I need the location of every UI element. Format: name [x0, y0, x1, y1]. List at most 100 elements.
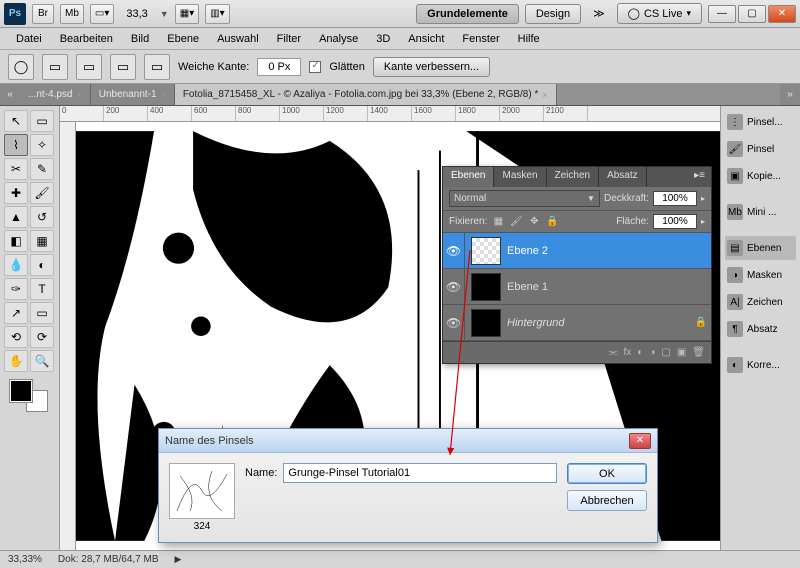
adjustment-icon[interactable]: ◑	[649, 347, 655, 358]
menu-datei[interactable]: Datei	[8, 31, 50, 47]
doc-tab-0[interactable]: ...nt-4.psd×	[20, 84, 91, 105]
layer-name[interactable]: Ebene 1	[507, 281, 711, 293]
lock-transparent-icon[interactable]: ▦	[491, 215, 505, 229]
screenmode-button[interactable]: ▭▾	[90, 4, 114, 24]
opacity-input[interactable]	[653, 191, 697, 206]
panel-menu-icon[interactable]: ▸≡	[688, 167, 711, 187]
layer-name[interactable]: Hintergrund	[507, 317, 691, 329]
layer-thumbnail[interactable]	[471, 237, 501, 265]
layer-name[interactable]: Ebene 2	[507, 245, 711, 257]
menu-bild[interactable]: Bild	[123, 31, 157, 47]
hand-tool[interactable]: ✋	[4, 350, 28, 372]
layers-tab-masken[interactable]: Masken	[494, 167, 546, 187]
new-layer-icon[interactable]: ▣	[677, 347, 686, 358]
fill-input[interactable]	[653, 214, 697, 229]
visibility-icon[interactable]: 👁	[443, 305, 465, 340]
panel-pinsel[interactable]: 🖌Pinsel	[725, 137, 796, 161]
menu-analyse[interactable]: Analyse	[311, 31, 366, 47]
minibridge-button[interactable]: Mb	[60, 4, 84, 24]
blur-tool[interactable]: 💧	[4, 254, 28, 276]
fx-icon[interactable]: fx	[624, 347, 632, 358]
tool-preset-button[interactable]: ◯	[8, 54, 34, 80]
history-brush-tool[interactable]: ↺	[30, 206, 54, 228]
layer-row[interactable]: 👁 Hintergrund 🔒	[443, 305, 711, 341]
menu-hilfe[interactable]: Hilfe	[510, 31, 548, 47]
panel-korrekturen[interactable]: ◐Korre...	[725, 353, 796, 377]
selection-intersect-button[interactable]: ▭	[144, 54, 170, 80]
close-icon[interactable]: ×	[76, 90, 81, 100]
crop-tool[interactable]: ✂	[4, 158, 28, 180]
selection-new-button[interactable]: ▭	[42, 54, 68, 80]
panel-ebenen[interactable]: ▤Ebenen	[725, 236, 796, 260]
shape-tool[interactable]: ▭	[30, 302, 54, 324]
dialog-titlebar[interactable]: Name des Pinsels ✕	[159, 429, 657, 453]
color-swatch[interactable]	[10, 380, 48, 412]
layers-tab-ebenen[interactable]: Ebenen	[443, 167, 494, 187]
feather-input[interactable]	[257, 58, 301, 76]
cslive-button[interactable]: ◯CS Live▾	[617, 3, 702, 24]
refine-edge-button[interactable]: Kante verbessern...	[373, 57, 490, 77]
cancel-button[interactable]: Abbrechen	[567, 490, 647, 511]
stamp-tool[interactable]: ▲	[4, 206, 28, 228]
tab-nav-left[interactable]: «	[0, 84, 20, 105]
menu-ebene[interactable]: Ebene	[159, 31, 207, 47]
ok-button[interactable]: OK	[567, 463, 647, 484]
path-tool[interactable]: ↗	[4, 302, 28, 324]
panel-pinsel-preset[interactable]: ⋮Pinsel...	[725, 110, 796, 134]
status-zoom[interactable]: 33,33%	[8, 554, 42, 565]
tab-nav-right[interactable]: »	[780, 84, 800, 105]
close-button[interactable]: ✕	[768, 5, 796, 23]
menu-3d[interactable]: 3D	[368, 31, 398, 47]
blend-mode-select[interactable]: Normal▼	[449, 190, 600, 207]
status-doc[interactable]: Dok: 28,7 MB/64,7 MB	[58, 554, 159, 565]
dialog-close-button[interactable]: ✕	[629, 433, 651, 449]
panel-zeichen[interactable]: A|Zeichen	[725, 290, 796, 314]
visibility-icon[interactable]: 👁	[443, 233, 465, 268]
layers-tab-absatz[interactable]: Absatz	[599, 167, 647, 187]
more-workspaces-icon[interactable]: ≫	[587, 7, 611, 20]
panel-masken[interactable]: ◑Masken	[725, 263, 796, 287]
workspace-tab-grundelemente[interactable]: Grundelemente	[416, 4, 519, 24]
workspace-tab-design[interactable]: Design	[525, 4, 581, 24]
close-icon[interactable]: ×	[542, 90, 547, 100]
type-tool[interactable]: T	[30, 278, 54, 300]
eraser-tool[interactable]: ◧	[4, 230, 28, 252]
maximize-button[interactable]: ▢	[738, 5, 766, 23]
dodge-tool[interactable]: ◐	[30, 254, 54, 276]
heal-tool[interactable]: ✚	[4, 182, 28, 204]
menu-ansicht[interactable]: Ansicht	[400, 31, 452, 47]
mask-icon[interactable]: ◐	[637, 347, 643, 358]
minimize-button[interactable]: —	[708, 5, 736, 23]
menu-auswahl[interactable]: Auswahl	[209, 31, 267, 47]
status-arrow-icon[interactable]: ▶	[175, 554, 182, 565]
bridge-button[interactable]: Br	[32, 4, 54, 24]
layer-thumbnail[interactable]	[471, 309, 501, 337]
lock-all-icon[interactable]: 🔒	[545, 215, 559, 229]
doc-tab-2[interactable]: Fotolia_8715458_XL - © Azaliya - Fotolia…	[175, 84, 557, 105]
gradient-tool[interactable]: ▦	[30, 230, 54, 252]
fill-arrow-icon[interactable]: ▸	[701, 217, 705, 226]
3d-tool[interactable]: ⟲	[4, 326, 28, 348]
layers-tab-zeichen[interactable]: Zeichen	[547, 167, 600, 187]
antialias-checkbox[interactable]	[309, 61, 321, 73]
wand-tool[interactable]: ✧	[30, 134, 54, 156]
marquee-tool[interactable]: ▭	[30, 110, 54, 132]
brush-name-input[interactable]	[283, 463, 557, 483]
pen-tool[interactable]: ✑	[4, 278, 28, 300]
panel-minibridge[interactable]: MbMini ...	[725, 200, 796, 224]
arrange-button[interactable]: ▥▾	[205, 4, 229, 24]
menu-fenster[interactable]: Fenster	[454, 31, 507, 47]
menu-filter[interactable]: Filter	[269, 31, 309, 47]
selection-sub-button[interactable]: ▭	[110, 54, 136, 80]
link-layers-icon[interactable]: ⫘	[609, 347, 618, 358]
zoom-display[interactable]: 33,3	[120, 8, 153, 20]
visibility-icon[interactable]: 👁	[443, 269, 465, 304]
layer-row[interactable]: 👁 Ebene 2	[443, 233, 711, 269]
lasso-tool[interactable]: ⌇	[4, 134, 28, 156]
extras-button[interactable]: ▦▾	[175, 4, 199, 24]
menu-bearbeiten[interactable]: Bearbeiten	[52, 31, 121, 47]
panel-kopie[interactable]: ▣Kopie...	[725, 164, 796, 188]
move-tool[interactable]: ↖	[4, 110, 28, 132]
selection-add-button[interactable]: ▭	[76, 54, 102, 80]
eyedropper-tool[interactable]: ✎	[30, 158, 54, 180]
